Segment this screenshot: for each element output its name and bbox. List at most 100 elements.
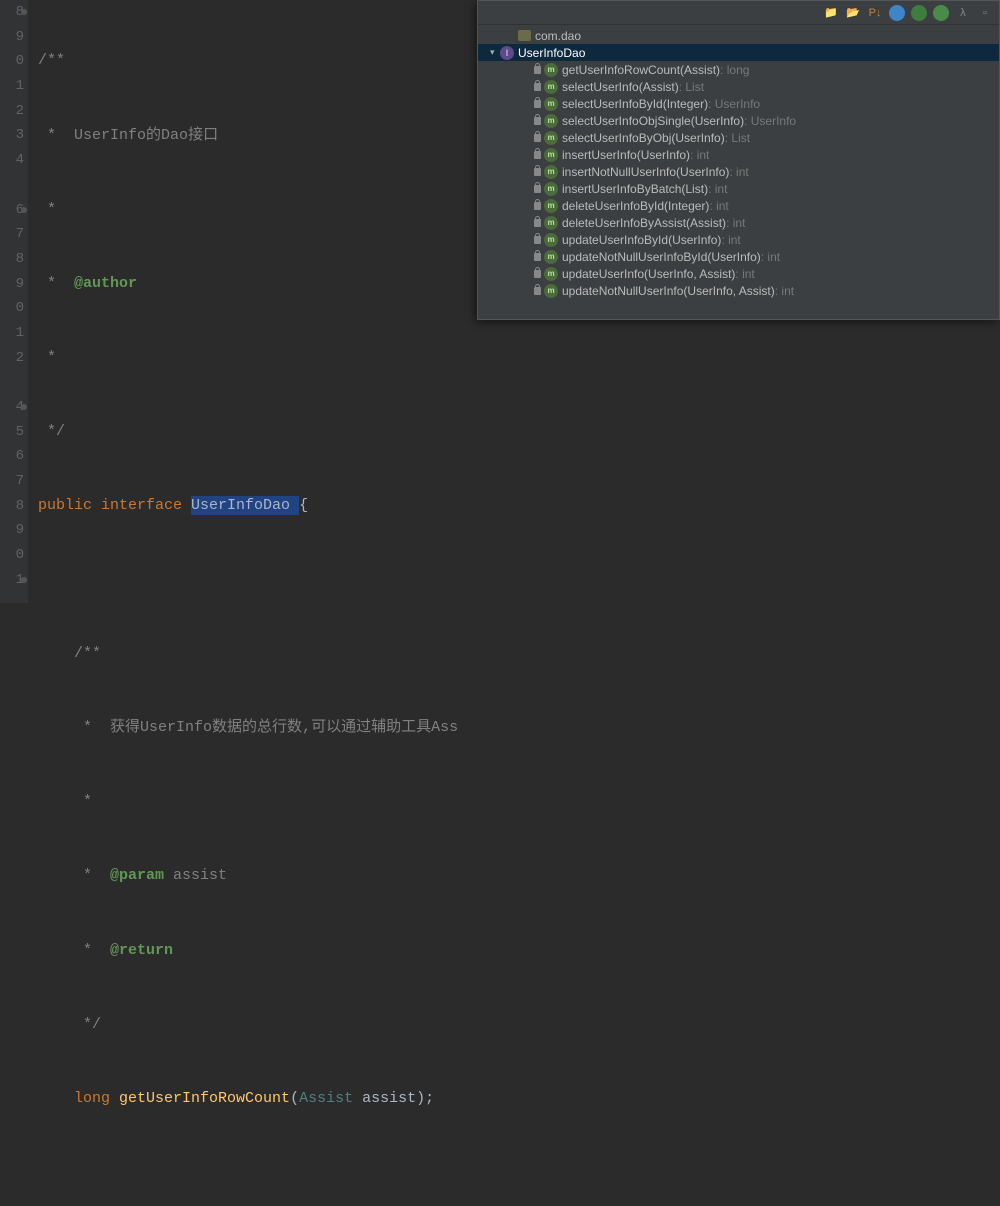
code-text: */ bbox=[38, 423, 65, 440]
tree-label: selectUserInfoByObj(UserInfo) bbox=[562, 131, 725, 145]
code-text: UserInfo bbox=[140, 719, 212, 736]
tree-label: updateUserInfoById(UserInfo) bbox=[562, 233, 721, 247]
tree-interface[interactable]: ▾ UserInfoDao bbox=[478, 44, 999, 61]
sort-icon[interactable]: P↓ bbox=[867, 5, 883, 21]
tree-label: updateNotNullUserInfoById(UserInfo) bbox=[562, 250, 761, 264]
tree-method[interactable]: selectUserInfoObjSingle(UserInfo) : User… bbox=[478, 112, 999, 129]
tree-method[interactable]: selectUserInfo(Assist) : List bbox=[478, 78, 999, 95]
tree-label: insertUserInfoByBatch(List) bbox=[562, 182, 708, 196]
code-text: { bbox=[299, 497, 308, 514]
line-number: 4 bbox=[0, 395, 24, 420]
lock-icon bbox=[534, 185, 541, 193]
visibility-icon[interactable] bbox=[889, 5, 905, 21]
line-gutter: 8901234678901245678901 bbox=[0, 0, 28, 603]
return-type: : long bbox=[720, 63, 749, 77]
line-number: 8 bbox=[0, 494, 24, 519]
tree-label: selectUserInfoObjSingle(UserInfo) bbox=[562, 114, 744, 128]
tree-method[interactable]: updateUserInfoById(UserInfo) : int bbox=[478, 231, 999, 248]
method-icon bbox=[544, 114, 558, 128]
code-text: * bbox=[38, 201, 56, 218]
tree-label: updateUserInfo(UserInfo, Assist) bbox=[562, 267, 735, 281]
line-number: 7 bbox=[0, 222, 24, 247]
tree-method[interactable]: selectUserInfoByObj(UserInfo) : List bbox=[478, 129, 999, 146]
line-number: 2 bbox=[0, 99, 24, 124]
code-text: * bbox=[38, 867, 110, 884]
code-text: 接口 bbox=[188, 127, 218, 144]
line-number: 2 bbox=[0, 346, 24, 371]
line-number: 7 bbox=[0, 469, 24, 494]
tree-method[interactable]: insertNotNullUserInfo(UserInfo) : int bbox=[478, 163, 999, 180]
code-text: * bbox=[38, 719, 110, 736]
tree-label: updateNotNullUserInfo(UserInfo, Assist) bbox=[562, 284, 775, 298]
return-type: : List bbox=[725, 131, 750, 145]
expand-arrow-icon[interactable]: ▾ bbox=[490, 47, 500, 58]
code-text: ); bbox=[416, 1090, 434, 1107]
tree-label: selectUserInfo(Assist) bbox=[562, 80, 679, 94]
lock-icon bbox=[534, 83, 541, 91]
method-icon bbox=[544, 199, 558, 213]
doc-tag: @return bbox=[110, 942, 173, 959]
tree-method[interactable]: deleteUserInfoByAssist(Assist) : int bbox=[478, 214, 999, 231]
line-number: 4 bbox=[0, 148, 24, 173]
method-name: getUserInfoRowCount bbox=[119, 1090, 290, 1107]
line-number bbox=[0, 173, 24, 198]
code-text: /** bbox=[38, 52, 65, 69]
tree-method[interactable]: updateNotNullUserInfo(UserInfo, Assist) … bbox=[478, 282, 999, 299]
return-type: : int bbox=[708, 182, 727, 196]
lock-icon bbox=[534, 287, 541, 295]
anon-icon[interactable]: λ bbox=[955, 5, 971, 21]
lock-icon bbox=[534, 117, 541, 125]
return-type: : int bbox=[709, 199, 728, 213]
tree-package[interactable]: com.dao bbox=[478, 27, 999, 44]
code-text: * bbox=[38, 942, 110, 959]
line-number: 0 bbox=[0, 543, 24, 568]
tree-method[interactable]: selectUserInfoById(Integer) : UserInfo bbox=[478, 95, 999, 112]
code-text: assist bbox=[173, 867, 227, 884]
lock-icon bbox=[534, 236, 541, 244]
param: assist bbox=[362, 1090, 416, 1107]
return-type: : int bbox=[775, 284, 794, 298]
tree-method[interactable]: updateUserInfo(UserInfo, Assist) : int bbox=[478, 265, 999, 282]
lock-icon bbox=[534, 253, 541, 261]
return-type: : UserInfo bbox=[708, 97, 760, 111]
structure-toolbar: 📁 📂 P↓ λ ▫ bbox=[478, 1, 999, 25]
return-type: : List bbox=[679, 80, 704, 94]
code-text: 获得 bbox=[110, 719, 140, 736]
fields-icon[interactable] bbox=[911, 5, 927, 21]
tree-method[interactable]: insertUserInfoByBatch(List) : int bbox=[478, 180, 999, 197]
tree-label: UserInfoDao bbox=[518, 46, 585, 60]
tree-label: insertNotNullUserInfo(UserInfo) bbox=[562, 165, 729, 179]
structure-tree: com.dao ▾ UserInfoDaogetUserInfoRowCount(A… bbox=[478, 25, 999, 301]
tree-method[interactable]: deleteUserInfoById(Integer) : int bbox=[478, 197, 999, 214]
method-icon bbox=[544, 267, 558, 281]
doc-tag: @author bbox=[74, 275, 137, 292]
code-text: */ bbox=[38, 1016, 101, 1033]
folder-tree-icon[interactable]: 📁 bbox=[823, 5, 839, 21]
folder-icon[interactable]: 📂 bbox=[845, 5, 861, 21]
method-icon bbox=[544, 233, 558, 247]
inherited-icon[interactable] bbox=[933, 5, 949, 21]
lock-icon bbox=[534, 66, 541, 74]
tree-method[interactable]: getUserInfoRowCount(Assist) : long bbox=[478, 61, 999, 78]
code-text: * UserInfo bbox=[38, 127, 146, 144]
method-icon bbox=[544, 97, 558, 111]
code-text: Ass bbox=[431, 719, 458, 736]
return-type: : int bbox=[721, 233, 740, 247]
line-number bbox=[0, 593, 24, 618]
keyword: interface bbox=[101, 497, 191, 514]
selected-text: UserInfoDao bbox=[191, 496, 299, 515]
tree-method[interactable]: insertUserInfo(UserInfo) : int bbox=[478, 146, 999, 163]
keyword: long bbox=[74, 1090, 119, 1107]
expand-icon[interactable]: ▫ bbox=[977, 5, 993, 21]
structure-popup[interactable]: 📁 📂 P↓ λ ▫ com.dao ▾ UserInfoDaogetUserInf… bbox=[477, 0, 1000, 320]
return-type: : int bbox=[690, 148, 709, 162]
tree-method[interactable]: updateNotNullUserInfoById(UserInfo) : in… bbox=[478, 248, 999, 265]
method-icon bbox=[544, 250, 558, 264]
line-number: 6 bbox=[0, 198, 24, 223]
doc-tag: @param bbox=[110, 867, 173, 884]
method-icon bbox=[544, 80, 558, 94]
lock-icon bbox=[534, 134, 541, 142]
return-type: : int bbox=[729, 165, 748, 179]
line-number: 1 bbox=[0, 321, 24, 346]
method-icon bbox=[544, 216, 558, 230]
